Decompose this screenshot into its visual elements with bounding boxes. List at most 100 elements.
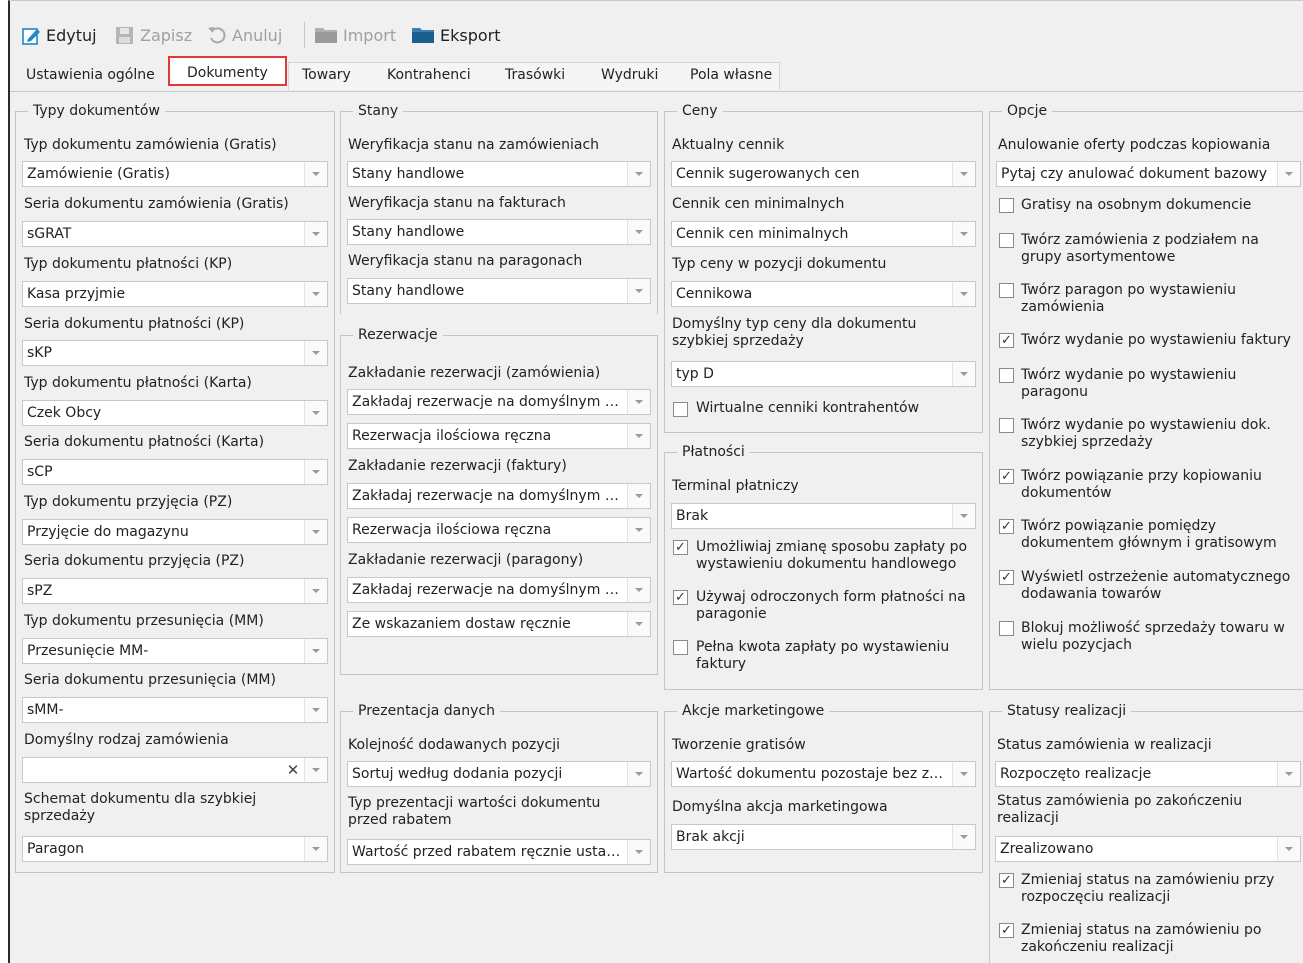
checkbox-ostrzezenie-dodawania[interactable]: ✓ — [999, 570, 1014, 585]
combo-typ-zamowienia-gratis[interactable]: Zamówienie (Gratis) — [22, 161, 328, 187]
checkbox-gratisy-osobny-dokument[interactable] — [999, 198, 1014, 213]
tab-pola-wlasne[interactable]: Pola własne — [690, 62, 772, 88]
chevron-down-icon[interactable] — [952, 762, 975, 786]
checkbox-status-przy-rozpoczeciu[interactable]: ✓ — [999, 873, 1014, 888]
combo-rezerwacje-faktury[interactable]: Zakładaj rezerwacje na domyślnym magazyn… — [347, 483, 651, 509]
checkbox-powiazanie-kopiowanie[interactable]: ✓ — [999, 469, 1014, 484]
combo-seria-zamowienia-gratis[interactable]: sGRAT — [22, 221, 328, 247]
combo-weryfikacja-faktury[interactable]: Stany handlowe — [347, 219, 651, 245]
combo-typ-platnosci-karta[interactable]: Czek Obcy — [22, 400, 328, 426]
chevron-down-icon[interactable] — [304, 162, 327, 186]
chevron-down-icon[interactable] — [627, 390, 650, 414]
tab-kontrahenci[interactable]: Kontrahenci — [387, 62, 471, 88]
combo-typ-przesuniecia-mm[interactable]: Przesunięcie MM- — [22, 638, 328, 664]
chevron-down-icon[interactable] — [627, 484, 650, 508]
combo-value: sPZ — [27, 583, 53, 599]
chevron-down-icon[interactable] — [304, 698, 327, 722]
tab-towary[interactable]: Towary — [302, 62, 351, 88]
combo-rezerwacje-paragony[interactable]: Zakładaj rezerwacje na domyślnym magazyn… — [347, 577, 651, 603]
chevron-down-icon[interactable] — [627, 578, 650, 602]
edit-button[interactable]: Edytuj — [22, 23, 97, 47]
combo-seria-platnosci-kp[interactable]: sKP — [22, 340, 328, 366]
checkbox-zamowienia-grupy[interactable] — [999, 233, 1014, 248]
combo-weryfikacja-zamowienia[interactable]: Stany handlowe — [347, 161, 651, 187]
chevron-down-icon[interactable] — [952, 825, 975, 849]
chevron-down-icon[interactable] — [304, 520, 327, 544]
chevron-down-icon[interactable] — [627, 762, 650, 786]
chevron-down-icon[interactable] — [1277, 837, 1300, 861]
combo-rezerwacje-zamowienia[interactable]: Zakładaj rezerwacje na domyślnym magazyn… — [347, 389, 651, 415]
checkbox-wirtualne-cenniki[interactable] — [673, 402, 688, 417]
combo-status-w-realizacji[interactable]: Rozpoczęto realizacje — [995, 761, 1301, 787]
combo-terminal-platniczy[interactable]: Brak — [671, 503, 976, 529]
chevron-down-icon[interactable] — [304, 758, 327, 782]
checkbox-wydanie-po-szybkiej-sprzedazy[interactable] — [999, 418, 1014, 433]
group-title: Akcje marketingowe — [677, 702, 830, 720]
chevron-down-icon[interactable] — [304, 579, 327, 603]
cancel-button[interactable]: Anuluj — [207, 23, 282, 47]
chevron-down-icon[interactable] — [627, 162, 650, 186]
checkbox-status-po-zakonczeniu[interactable]: ✓ — [999, 923, 1014, 938]
chevron-down-icon[interactable] — [627, 220, 650, 244]
combo-typ-przyjecia-pz[interactable]: Przyjęcie do magazynu — [22, 519, 328, 545]
checkbox-pelna-kwota[interactable] — [673, 640, 688, 655]
chevron-down-icon[interactable] — [304, 639, 327, 663]
combo-typ-ceny-pozycji[interactable]: Cennikowa — [671, 281, 976, 307]
save-button[interactable]: Zapisz — [115, 23, 192, 47]
combo-prezentacja-przed-rabatem[interactable]: Wartość przed rabatem ręcznie ustalana — [347, 839, 651, 865]
export-button[interactable]: Eksport — [411, 23, 501, 47]
combo-seria-platnosci-karta[interactable]: sCP — [22, 459, 328, 485]
combo-typ-platnosci-kp[interactable]: Kasa przyjmie — [22, 281, 328, 307]
combo-schemat-szybkiej-sprzedazy[interactable]: Paragon — [22, 836, 328, 862]
checkbox-paragon-po-zamowieniu[interactable] — [999, 283, 1014, 298]
checkbox-powiazanie-gratisowy[interactable]: ✓ — [999, 519, 1014, 534]
chevron-down-icon[interactable] — [952, 362, 975, 386]
chevron-down-icon[interactable] — [952, 282, 975, 306]
tab-trasowki[interactable]: Trasówki — [505, 62, 565, 88]
combo-weryfikacja-paragony[interactable]: Stany handlowe — [347, 278, 651, 304]
combo-typ-ceny-szybkiej-sprzedazy[interactable]: typ D — [671, 361, 976, 387]
chevron-down-icon[interactable] — [627, 518, 650, 542]
import-button[interactable]: Import — [314, 23, 396, 47]
checkbox-wydanie-po-fakturze[interactable]: ✓ — [999, 333, 1014, 348]
chevron-down-icon[interactable] — [304, 401, 327, 425]
combo-cennik-cen-minimalnych[interactable]: Cennik cen minimalnych — [671, 221, 976, 247]
chevron-down-icon[interactable] — [1277, 162, 1300, 186]
undo-icon — [207, 25, 227, 45]
combo-status-po-zakonczeniu[interactable]: Zrealizowano — [995, 836, 1301, 862]
checkbox-odroczone-formy[interactable]: ✓ — [673, 590, 688, 605]
chevron-down-icon[interactable] — [304, 282, 327, 306]
combo-rezerwacja-ilosciowa-zamowienia[interactable]: Rezerwacja ilościowa ręczna — [347, 423, 651, 449]
tab-dokumenty[interactable]: Dokumenty — [168, 56, 287, 86]
chevron-down-icon[interactable] — [304, 222, 327, 246]
checkbox-zmiana-sposobu-zaplaty[interactable]: ✓ — [673, 540, 688, 555]
combo-anulowanie-oferty[interactable]: Pytaj czy anulować dokument bazowy — [996, 161, 1301, 187]
combo-kolejnosc-pozycji[interactable]: Sortuj według dodania pozycji — [347, 761, 651, 787]
chevron-down-icon[interactable] — [304, 341, 327, 365]
tab-wydruki[interactable]: Wydruki — [601, 62, 658, 88]
combo-tworzenie-gratisow[interactable]: Wartość dokumentu pozostaje bez zmian — [671, 761, 976, 787]
chevron-down-icon[interactable] — [304, 837, 327, 861]
checkbox-wydanie-po-paragonie[interactable] — [999, 368, 1014, 383]
combo-domyslna-akcja[interactable]: Brak akcji — [671, 824, 976, 850]
combo-aktualny-cennik[interactable]: Cennik sugerowanych cen — [671, 161, 976, 187]
combo-seria-przyjecia-pz[interactable]: sPZ — [22, 578, 328, 604]
chevron-down-icon[interactable] — [627, 840, 650, 864]
chevron-down-icon[interactable] — [627, 279, 650, 303]
clear-icon[interactable]: ✕ — [283, 758, 303, 782]
combo-domyslny-rodzaj-zamowienia[interactable]: ✕ — [22, 757, 328, 783]
combo-seria-przesuniecia-mm[interactable]: sMM- — [22, 697, 328, 723]
chevron-down-icon[interactable] — [1277, 762, 1300, 786]
chevron-down-icon[interactable] — [627, 612, 650, 636]
chevron-down-icon[interactable] — [952, 504, 975, 528]
tab-ustawienia-ogolne[interactable]: Ustawienia ogólne — [26, 62, 155, 88]
field-label: Domyślna akcja marketingowa — [672, 799, 888, 815]
group-title: Rezerwacje — [353, 326, 443, 344]
checkbox-blokuj-sprzedaz[interactable] — [999, 621, 1014, 636]
chevron-down-icon[interactable] — [304, 460, 327, 484]
chevron-down-icon[interactable] — [627, 424, 650, 448]
chevron-down-icon[interactable] — [952, 162, 975, 186]
chevron-down-icon[interactable] — [952, 222, 975, 246]
combo-dostawy-paragony[interactable]: Ze wskazaniem dostaw ręcznie — [347, 611, 651, 637]
combo-rezerwacja-ilosciowa-faktury[interactable]: Rezerwacja ilościowa ręczna — [347, 517, 651, 543]
